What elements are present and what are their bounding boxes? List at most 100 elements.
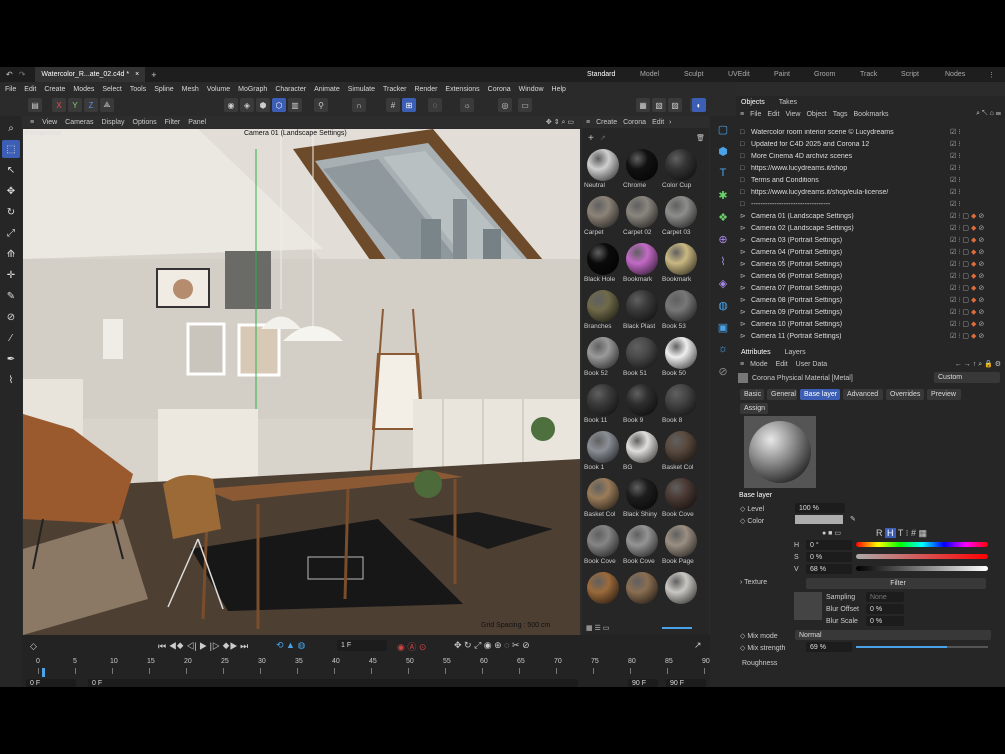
deformer-icon[interactable]: ⊕ [714, 230, 732, 248]
cloner-icon[interactable]: ❖ [714, 208, 732, 226]
y-axis-lock-icon[interactable]: Y [68, 98, 82, 112]
object-tags[interactable]: ☑ ⁝ ▢ ◆ ⊘ [950, 260, 1002, 268]
preset-dropdown[interactable]: Custom [934, 372, 1000, 383]
z-axis-lock-icon[interactable]: Z [84, 98, 98, 112]
object-tags[interactable]: ☑ ⁝ [950, 128, 1002, 136]
loop-icons[interactable]: ⟲ ▲ ◍ [276, 640, 305, 651]
menu-help[interactable]: Help [552, 86, 566, 93]
menu-extensions[interactable]: Extensions [445, 86, 479, 93]
add-material-icon[interactable]: + [588, 133, 594, 144]
object-row[interactable]: ⊳ Camera 05 (Portrait Settings) ☑ ⁝ ▢ ◆ ⊘ [740, 258, 1002, 270]
object-row[interactable]: □ Updated for C4D 2025 and Corona 12 ☑ ⁝ [740, 138, 1002, 150]
menu-render[interactable]: Render [414, 86, 437, 93]
object-row[interactable]: ⊳ Camera 10 (Portrait Settings) ☑ ⁝ ▢ ◆ ⊘ [740, 318, 1002, 330]
material-thumbnail[interactable]: Chrome [623, 148, 660, 194]
undo-icon[interactable]: ↶ [6, 70, 13, 79]
hue-slider[interactable] [856, 542, 988, 547]
object-menu-file[interactable]: File [750, 111, 761, 118]
color-mode-icons[interactable]: ● ■ ▭ [822, 529, 841, 537]
menu-corona[interactable]: Corona [488, 86, 511, 93]
object-mode-icon[interactable]: ⬡ [272, 98, 286, 112]
object-tags[interactable]: ☑ ⁝ ▢ ◆ ⊘ [950, 320, 1002, 328]
new-tab-button[interactable]: + [151, 70, 156, 80]
object-row[interactable]: ⊳ Camera 06 (Portrait Settings) ☑ ⁝ ▢ ◆ ⊘ [740, 270, 1002, 282]
spline-icon[interactable]: ⌇ [714, 252, 732, 270]
uv-mode-icon[interactable]: ▥ [288, 98, 302, 112]
move-icon[interactable]: ✥ [2, 182, 20, 200]
material-thumbnail[interactable]: Book 50 [662, 336, 699, 382]
material-thumbnail[interactable]: Bookmark [662, 242, 699, 288]
display-icon[interactable]: ▭ [518, 98, 532, 112]
grid-icon[interactable]: # [386, 98, 400, 112]
subtab-advanced[interactable]: Advanced [843, 389, 883, 400]
select-icon[interactable]: ⬚ [2, 140, 20, 158]
viewport-nav-icons[interactable]: ✥ ⇕ ⌕ ▭ [546, 118, 574, 127]
menu-select[interactable]: Select [102, 86, 121, 93]
object-row[interactable]: □ ---------------------------------- ☑ ⁝ [740, 198, 1002, 210]
edges-mode-icon[interactable]: ◈ [240, 98, 254, 112]
object-row[interactable]: □ More Cinema 4D archviz scenes ☑ ⁝ [740, 150, 1002, 162]
assign-button[interactable]: Assign [740, 403, 768, 414]
object-tags[interactable]: ☑ ⁝ [950, 152, 1002, 160]
menu-animate[interactable]: Animate [314, 86, 340, 93]
attribute-hamburger-icon[interactable]: ≡ [740, 361, 744, 368]
object-tags[interactable]: ☑ ⁝ ▢ ◆ ⊘ [950, 296, 1002, 304]
active-camera-label[interactable]: Camera 01 (Landscape Settings) [244, 130, 347, 137]
object-hamburger-icon[interactable]: ≡ [740, 111, 744, 118]
playhead[interactable] [42, 668, 45, 677]
volume-icon[interactable]: ◈ [714, 274, 732, 292]
mix-strength-slider[interactable] [856, 646, 988, 648]
viewport-menu-display[interactable]: Display [102, 119, 125, 126]
material-thumbnail[interactable]: Black Plast [623, 289, 660, 335]
value-field[interactable]: 68 % [806, 564, 852, 574]
object-tags[interactable]: ☑ ⁝ [950, 176, 1002, 184]
material-thumbnail[interactable]: Book 1 [584, 430, 621, 476]
material-thumbnail[interactable]: Carpet 03 [662, 195, 699, 241]
object-row[interactable]: ⊳ Camera 09 (Portrait Settings) ☑ ⁝ ▢ ◆ ⊘ [740, 306, 1002, 318]
object-tags[interactable]: ☑ ⁝ ▢ ◆ ⊘ [950, 236, 1002, 244]
material-thumbnail[interactable] [623, 571, 660, 617]
blur-scale-field[interactable]: 0 % [866, 616, 904, 626]
menu-window[interactable]: Window [519, 86, 544, 93]
record-icons[interactable]: ◉ Ⓐ ⊙ [397, 640, 426, 653]
workspace-groom[interactable]: Groom [814, 67, 835, 82]
material-thumbnail[interactable]: Basket Col [584, 477, 621, 523]
color-model-buttons[interactable]: R H T ⁝ # ▦ [876, 528, 927, 539]
object-row[interactable]: ⊳ Camera 11 (Portrait Settings) ☑ ⁝ ▢ ◆ ⊘ [740, 330, 1002, 342]
render-picture-viewer-icon[interactable]: ▧ [652, 98, 666, 112]
keyframe-icon[interactable]: ◇ [30, 641, 37, 652]
material-thumbnail[interactable]: Black Shiny [623, 477, 660, 523]
material-thumbnail[interactable]: Branches [584, 289, 621, 335]
level-field[interactable]: 100 % [795, 503, 845, 513]
menu-mesh[interactable]: Mesh [182, 86, 199, 93]
material-menu-corona[interactable]: Corona [623, 119, 646, 126]
object-menu-view[interactable]: View [785, 111, 800, 118]
saturation-slider[interactable] [856, 554, 988, 559]
points-mode-icon[interactable]: ◉ [224, 98, 238, 112]
light-icon[interactable]: ☼ [460, 98, 474, 112]
key-mode-icons[interactable]: ✥ ↻ ⤢ ◉ ⊕ ◌ ✂ ⊘ [454, 640, 530, 651]
sampling-field[interactable]: None [866, 592, 904, 602]
subtab-preview[interactable]: Preview [927, 389, 961, 400]
subtab-general[interactable]: General [767, 389, 797, 400]
subtab-basic[interactable]: Basic [740, 389, 764, 400]
object-tags[interactable]: ☑ ⁝ [950, 200, 1002, 208]
start-frame-field[interactable]: 0 F [26, 679, 76, 687]
attribute-menu-userdata[interactable]: User Data [796, 361, 828, 368]
end-frame-field[interactable]: 90 F [666, 679, 706, 687]
workspace-paint[interactable]: Paint [774, 67, 790, 82]
object-menu-tags[interactable]: Tags [833, 111, 848, 118]
object-row[interactable]: ⊳ Camera 03 (Portrait Settings) ☑ ⁝ ▢ ◆ ⊘ [740, 234, 1002, 246]
menu-volume[interactable]: Volume [207, 86, 230, 93]
object-search-icon[interactable]: ⌕ ↖ ⌂ ☰ [976, 110, 1001, 118]
material-thumbnail[interactable]: Book 8 [662, 383, 699, 429]
viewport-menu-options[interactable]: Options [133, 119, 157, 126]
object-row[interactable]: □ Terms and Conditions ☑ ⁝ [740, 174, 1002, 186]
object-row[interactable]: ⊳ Camera 08 (Portrait Settings) ☑ ⁝ ▢ ◆ ⊘ [740, 294, 1002, 306]
polygons-mode-icon[interactable]: ⬢ [256, 98, 270, 112]
attribute-menu-edit[interactable]: Edit [776, 361, 788, 368]
object-tags[interactable]: ☑ ⁝ ▢ ◆ ⊘ [950, 284, 1002, 292]
material-thumbnail[interactable]: Neutral [584, 148, 621, 194]
material-thumbnail[interactable]: Black Hole [584, 242, 621, 288]
viewport-hamburger-icon[interactable]: ≡ [30, 119, 34, 126]
